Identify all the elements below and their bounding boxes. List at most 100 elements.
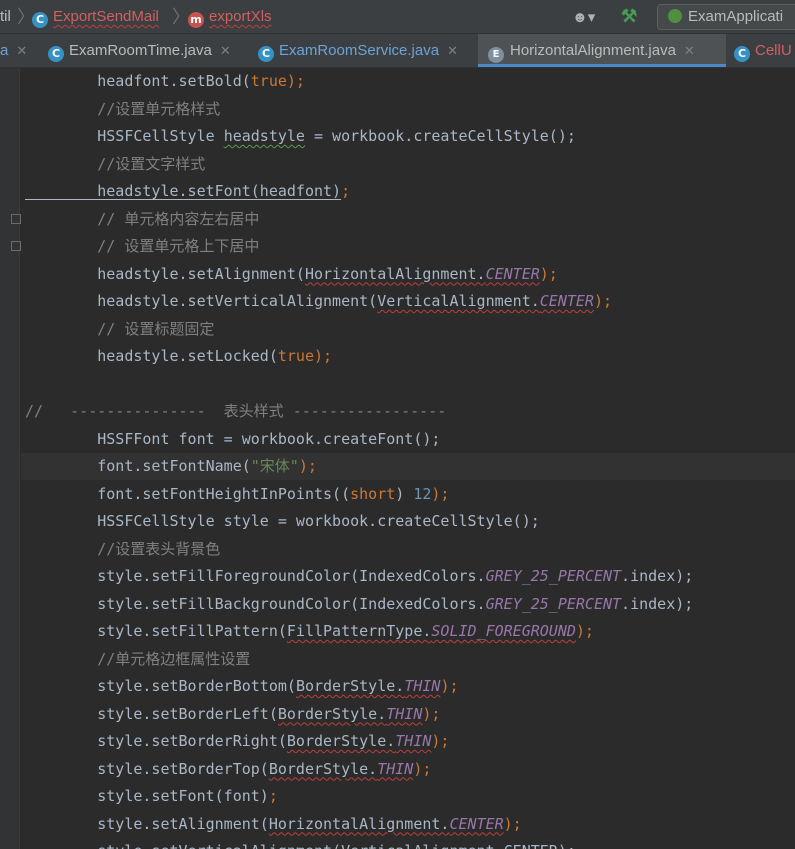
code-line[interactable]: headstyle.setAlignment(HorizontalAlignme…: [25, 261, 558, 288]
code-token: BorderStyle.: [277, 704, 387, 723]
tab-horizontalalignment[interactable]: E HorizontalAlignment.java ✕: [478, 34, 726, 67]
breadcrumb-item-package[interactable]: til: [0, 0, 11, 34]
code-line[interactable]: //设置表头背景色: [25, 536, 220, 563]
code-token: );: [413, 759, 432, 778]
code-editor[interactable]: headfont.setBold(true); //设置单元格样式 HSSFCe…: [0, 68, 795, 849]
code-line[interactable]: //设置单元格样式: [25, 96, 220, 123]
code-token: headfont.setBold(: [25, 72, 251, 90]
tab-label: a: [0, 42, 9, 59]
class-icon: C: [48, 46, 64, 62]
code-line[interactable]: // 设置单元格上下居中: [25, 233, 259, 260]
tab-label: CellU: [755, 42, 792, 59]
code-line[interactable]: style.setFillBackgroundColor(IndexedColo…: [25, 591, 693, 618]
enum-icon: E: [488, 47, 504, 63]
code-token: GREY_25_PERCENT: [485, 567, 622, 585]
code-token: ;: [341, 182, 351, 200]
code-line[interactable]: style.setBorderRight(BorderStyle.THIN);: [25, 728, 449, 755]
code-token: );: [314, 347, 333, 365]
build-hammer-icon[interactable]: ⚒: [621, 6, 643, 28]
code-token: true: [250, 72, 287, 90]
code-line[interactable]: //设置文字样式: [25, 151, 205, 178]
method-icon: m: [188, 12, 204, 28]
code-token: headstyle.setFont(headfont): [25, 182, 342, 200]
code-token: THIN: [404, 677, 441, 695]
class-icon: C: [734, 46, 750, 62]
code-token: THIN: [395, 732, 432, 750]
code-line[interactable]: HSSFFont font = workbook.createFont();: [25, 426, 440, 453]
code-token: );: [539, 264, 558, 283]
user-account-icon[interactable]: ☻▾: [572, 8, 602, 26]
code-token: );: [422, 704, 441, 723]
code-token: THIN: [377, 759, 414, 778]
code-token: );: [440, 677, 459, 695]
tab-examroomservice[interactable]: C ExamRoomService.java ✕: [256, 34, 458, 67]
fold-marker-icon[interactable]: [11, 241, 21, 251]
tab-label: HorizontalAlignment.java: [510, 42, 676, 59]
code-line[interactable]: // 单元格内容左右居中: [25, 206, 259, 233]
tab-label: ExamRoomService.java: [279, 42, 440, 59]
breadcrumb-item-class[interactable]: C ExportSendMail: [32, 0, 159, 34]
code-token: );: [503, 814, 522, 833]
code-token: THIN: [386, 704, 423, 723]
tab-examroomtime[interactable]: C ExamRoomTime.java ✕: [44, 34, 231, 67]
code-line[interactable]: style.setFont(font);: [25, 783, 278, 810]
breadcrumb-label: til: [0, 8, 11, 25]
code-token: );: [431, 732, 450, 750]
code-token: CENTER: [449, 814, 504, 833]
code-token: GREY_25_PERCENT: [485, 594, 622, 613]
code-line[interactable]: style.setBorderTop(BorderStyle.THIN);: [25, 756, 431, 783]
code-line[interactable]: style.setFillPattern(FillPatternType.SOL…: [25, 618, 594, 645]
close-icon[interactable]: ✕: [447, 43, 458, 58]
editor-gutter: [0, 68, 21, 849]
code-token: style.setBorderRight(: [25, 732, 287, 750]
code-line[interactable]: headstyle.setVerticalAlignment(VerticalA…: [25, 288, 612, 315]
code-line[interactable]: style.setAlignment(HorizontalAlignment.C…: [25, 811, 522, 838]
close-icon[interactable]: ✕: [220, 43, 231, 58]
spring-boot-icon: [668, 9, 682, 23]
code-token: short: [350, 484, 396, 503]
code-token: CENTER: [539, 292, 594, 310]
editor-tab-bar: a ✕ C ExamRoomTime.java ✕ C ExamRoomService.…: [0, 34, 795, 68]
code-token: style.setFont(font): [25, 787, 269, 805]
code-line[interactable]: font.setFontHeightInPoints((short) 12);: [25, 481, 449, 508]
code-token: // 单元格内容左右居中: [25, 209, 260, 228]
code-token: = workbook.createCellStyle();: [304, 127, 576, 145]
code-token: BorderStyle.: [286, 732, 396, 750]
code-line[interactable]: HSSFCellStyle headstyle = workbook.creat…: [25, 123, 576, 150]
code-token: true: [277, 347, 314, 365]
code-token: // 设置单元格上下居中: [25, 237, 260, 255]
code-line[interactable]: headfont.setBold(true);: [25, 68, 305, 95]
code-line[interactable]: font.setFontName("宋体");: [25, 453, 317, 480]
code-token: VerticalAlignment.: [377, 292, 540, 310]
code-line[interactable]: // --------------- 表头样式 ----------------…: [25, 398, 446, 425]
breadcrumb-item-method[interactable]: m exportXls: [188, 0, 272, 34]
run-configuration-selector[interactable]: ExamApplicati: [657, 4, 795, 30]
code-token: headstyle.setLocked(: [25, 347, 278, 365]
code-line[interactable]: style.setVerticalAlignment(VerticalAlign…: [25, 838, 576, 849]
code-token: // --------------- 表头样式 ----------------…: [25, 402, 447, 420]
code-token: font.setFontHeightInPoints((: [25, 484, 351, 503]
code-token: SOLID_FOREGROUND: [431, 622, 576, 640]
tab-cellu-partial[interactable]: C CellU: [734, 34, 792, 67]
breadcrumb-label: exportXls: [209, 8, 272, 25]
code-token: HorizontalAlignment.: [268, 814, 450, 833]
code-line[interactable]: headstyle.setLocked(true);: [25, 343, 332, 370]
code-token: style.setVerticalAlignment(VerticalAlign…: [25, 842, 576, 849]
code-line[interactable]: style.setBorderBottom(BorderStyle.THIN);: [25, 673, 459, 700]
code-token: HSSFCellStyle style = workbook.createCel…: [25, 512, 540, 530]
fold-marker-icon[interactable]: [11, 214, 21, 224]
code-line[interactable]: style.setBorderLeft(BorderStyle.THIN);: [25, 701, 440, 728]
code-token: style.setBorderTop(: [25, 759, 269, 778]
code-line[interactable]: //单元格边框属性设置: [25, 646, 250, 673]
run-configuration-label: ExamApplicati: [688, 8, 784, 25]
code-line[interactable]: headstyle.setFont(headfont);: [25, 178, 350, 205]
close-icon[interactable]: ✕: [684, 43, 695, 58]
tab-partial-left[interactable]: a ✕: [0, 34, 27, 67]
code-token: BorderStyle.: [295, 677, 405, 695]
code-line[interactable]: style.setFillForegroundColor(IndexedColo…: [25, 563, 693, 590]
code-line[interactable]: // 设置标题固定: [25, 316, 214, 343]
code-token: );: [298, 457, 317, 475]
code-line[interactable]: HSSFCellStyle style = workbook.createCel…: [25, 508, 540, 535]
code-token: HSSFCellStyle: [25, 127, 224, 145]
close-icon[interactable]: ✕: [16, 43, 27, 58]
